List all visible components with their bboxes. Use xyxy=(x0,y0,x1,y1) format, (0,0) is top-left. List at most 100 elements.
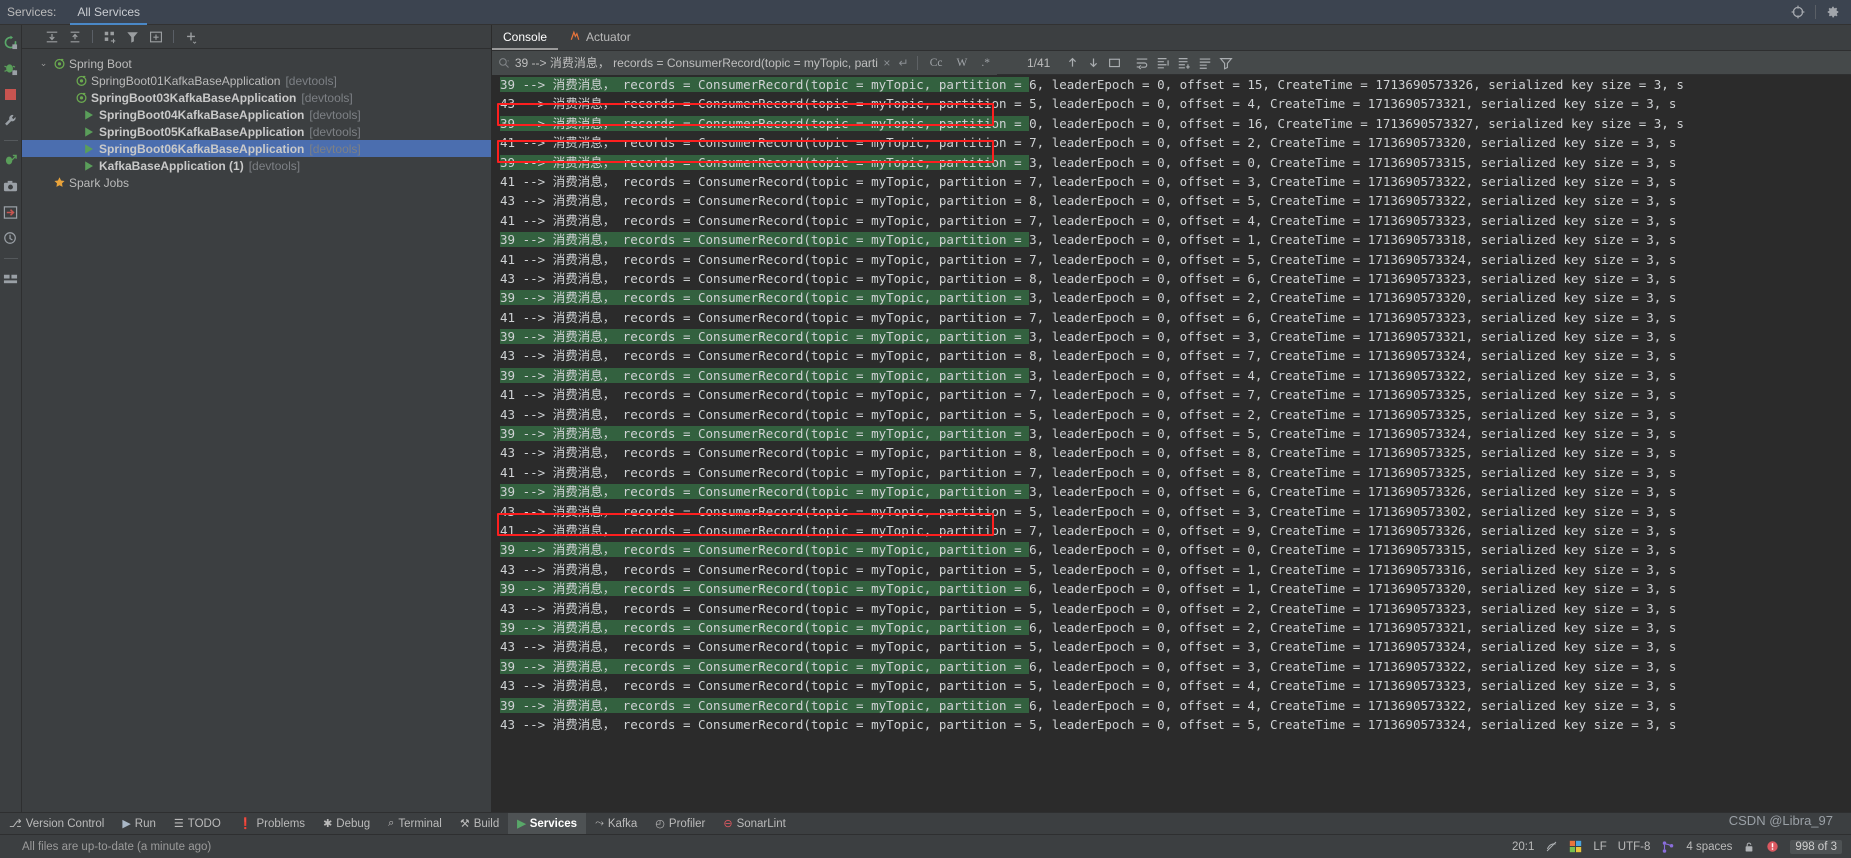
log-thread-id: 43 xyxy=(500,639,516,655)
log-thread-id: 39 xyxy=(500,619,516,635)
chevron-down-icon[interactable]: ⌄ xyxy=(37,58,50,69)
soft-wrap-button[interactable] xyxy=(1131,52,1152,73)
run-button[interactable]: ▶ Run xyxy=(113,813,165,835)
expand-all-icon[interactable] xyxy=(42,27,62,47)
tree-node-sublabel: [devtools] xyxy=(301,90,353,105)
caret-position[interactable]: 20:1 xyxy=(1512,841,1534,853)
log-record-details: 6, leaderEpoch = 0, offset = 4, CreateTi… xyxy=(1029,697,1677,713)
service-springboot01[interactable]: SpringBoot01KafkaBaseApplication [devtool… xyxy=(22,72,491,89)
debug-icon[interactable] xyxy=(1,57,21,79)
log-arrow: --> xyxy=(515,697,553,713)
clear-all-button[interactable] xyxy=(1194,52,1215,73)
spark-jobs-group[interactable]: Spark Jobs xyxy=(22,174,491,191)
scroll-to-end-button[interactable] xyxy=(1152,52,1173,73)
console-log-line: 39 --> 消费消息， records = ConsumerRecord(to… xyxy=(500,230,1851,249)
log-arrow: --> xyxy=(515,154,553,170)
service-springboot03[interactable]: SpringBoot03KafkaBaseApplication [devtool… xyxy=(22,89,491,106)
spring-icon xyxy=(50,57,68,70)
service-springboot04[interactable]: SpringBoot04KafkaBaseApplication [devtool… xyxy=(22,106,491,123)
build-button[interactable]: ⚒ Build xyxy=(451,813,508,835)
windows-icon[interactable] xyxy=(1569,840,1582,853)
service-springboot06[interactable]: SpringBoot06KafkaBaseApplication [devtool… xyxy=(22,140,491,157)
tab-console[interactable]: Console xyxy=(492,24,559,50)
line-separator-label[interactable]: LF xyxy=(1593,841,1606,853)
history-icon[interactable] xyxy=(1,227,21,249)
add-service-icon[interactable] xyxy=(181,27,201,47)
log-thread-id: 43 xyxy=(500,270,516,286)
error-icon[interactable] xyxy=(1766,840,1779,853)
console-output[interactable]: 39 --> 消费消息， records = ConsumerRecord(to… xyxy=(492,75,1851,858)
log-thread-id: 39 xyxy=(500,367,516,383)
service-springboot05[interactable]: SpringBoot05KafkaBaseApplication [devtool… xyxy=(22,123,491,140)
collapse-all-icon[interactable] xyxy=(65,27,85,47)
layout-icon[interactable] xyxy=(1,267,21,289)
indent-label[interactable]: 4 spaces xyxy=(1686,841,1732,853)
log-thread-id: 43 xyxy=(500,600,516,616)
kafka-button[interactable]: ⤳ Kafka xyxy=(586,813,646,835)
log-match-segment: 43 --> 消费消息， records = ConsumerRecord(to… xyxy=(500,504,1029,519)
log-record-prefix: records = ConsumerRecord(topic = myTopic… xyxy=(615,619,1030,635)
clear-search-button[interactable]: × xyxy=(878,56,895,70)
attach-debugger-icon[interactable] xyxy=(1,149,21,171)
search-input[interactable]: 39 --> 消费消息， records = ConsumerRecord(to… xyxy=(492,50,997,75)
tab-actuator[interactable]: Actuator xyxy=(558,24,642,50)
service-kafkabaseapplication[interactable]: KafkaBaseApplication (1) [devtools] xyxy=(22,157,491,174)
log-message-cjk: 消费消息， xyxy=(552,367,616,383)
filter-button[interactable] xyxy=(1215,52,1236,73)
log-record-details: 3, leaderEpoch = 0, offset = 0, CreateTi… xyxy=(1029,154,1677,170)
debug-button[interactable]: ✱ Debug xyxy=(314,813,379,835)
log-arrow: --> xyxy=(515,581,553,597)
log-thread-id: 41 xyxy=(500,251,516,267)
services-button[interactable]: ▶ Services xyxy=(508,812,587,835)
log-arrow: --> xyxy=(515,561,553,577)
todo-button[interactable]: ☰ TODO xyxy=(165,813,230,835)
services-tree[interactable]: ⌄ Spring Boot SpringBoot01KafkaBaseApplica… xyxy=(22,49,491,191)
debug-button-label: Debug xyxy=(336,817,371,830)
console-log-line: 41 --> 消费消息， records = ConsumerRecord(to… xyxy=(500,385,1851,404)
log-message-cjk: 消费消息， xyxy=(552,96,616,112)
import-icon[interactable] xyxy=(1,201,21,223)
lock-icon[interactable] xyxy=(1743,841,1755,853)
sonarlint-icon: ⊖ xyxy=(723,818,733,830)
new-line-button[interactable]: ↵ xyxy=(895,56,912,70)
log-record-details: 5, leaderEpoch = 0, offset = 1, CreateTi… xyxy=(1029,561,1677,577)
log-record-prefix: records = ConsumerRecord(topic = myTopic… xyxy=(615,522,1030,538)
log-record-prefix: records = ConsumerRecord(topic = myTopic… xyxy=(615,716,1030,732)
gear-icon[interactable] xyxy=(1823,2,1843,22)
status-bar-right: 20:1 LF UTF-8 4 spaces 998 of 3 xyxy=(1512,839,1851,854)
git-branch-icon[interactable] xyxy=(1661,840,1675,854)
open-in-editor-button[interactable] xyxy=(1104,52,1125,73)
regex-toggle[interactable]: .* xyxy=(974,57,997,69)
ide-window: Services: All Services ⌄ Spring Boot Spr… xyxy=(0,0,1851,858)
camera-icon[interactable] xyxy=(1,175,21,197)
log-thread-id: 43 xyxy=(500,678,516,694)
log-thread-id: 41 xyxy=(500,387,516,403)
version-control-button[interactable]: ⎇ Version Control xyxy=(0,813,113,835)
stop-icon[interactable] xyxy=(1,83,21,105)
console-log-line: 43 --> 消费消息， records = ConsumerRecord(to… xyxy=(500,599,1851,618)
profiler-button[interactable]: ◴ Profiler xyxy=(646,813,714,835)
log-record-details: 3, leaderEpoch = 0, offset = 5, CreateTi… xyxy=(1029,426,1677,442)
group-by-icon[interactable] xyxy=(100,27,120,47)
filter-icon[interactable] xyxy=(123,27,143,47)
wrench-icon[interactable] xyxy=(1,109,21,131)
memory-indicator[interactable]: 998 of 3 xyxy=(1790,839,1842,854)
words-toggle[interactable]: W xyxy=(950,57,975,69)
tab-all-services[interactable]: All Services xyxy=(66,0,151,25)
tool-window-bar[interactable]: ⎇ Version Control ▶ Run ☰ TODO ❗ Problems ✱ Debug… xyxy=(0,812,1851,835)
locate-icon[interactable] xyxy=(1788,2,1808,22)
log-record-prefix: records = ConsumerRecord(topic = myTopic… xyxy=(615,290,1030,306)
sonarlint-button[interactable]: ⊖ SonarLint xyxy=(714,813,794,835)
no-read-only-icon[interactable] xyxy=(1545,840,1558,853)
match-case-toggle[interactable]: Cc xyxy=(923,57,950,69)
prev-match-button[interactable] xyxy=(1062,52,1083,73)
rerun-icon[interactable] xyxy=(1,31,21,53)
console-log-line: 39 --> 消费消息， records = ConsumerRecord(to… xyxy=(500,366,1851,385)
print-button[interactable] xyxy=(1173,52,1194,73)
add-tab-icon[interactable] xyxy=(146,27,166,47)
encoding-label[interactable]: UTF-8 xyxy=(1618,841,1651,853)
terminal-button[interactable]: ⌕ Terminal xyxy=(379,813,451,835)
spring-boot-group[interactable]: ⌄ Spring Boot xyxy=(22,55,491,72)
next-match-button[interactable] xyxy=(1083,52,1104,73)
problems-button[interactable]: ❗ Problems xyxy=(230,813,314,835)
